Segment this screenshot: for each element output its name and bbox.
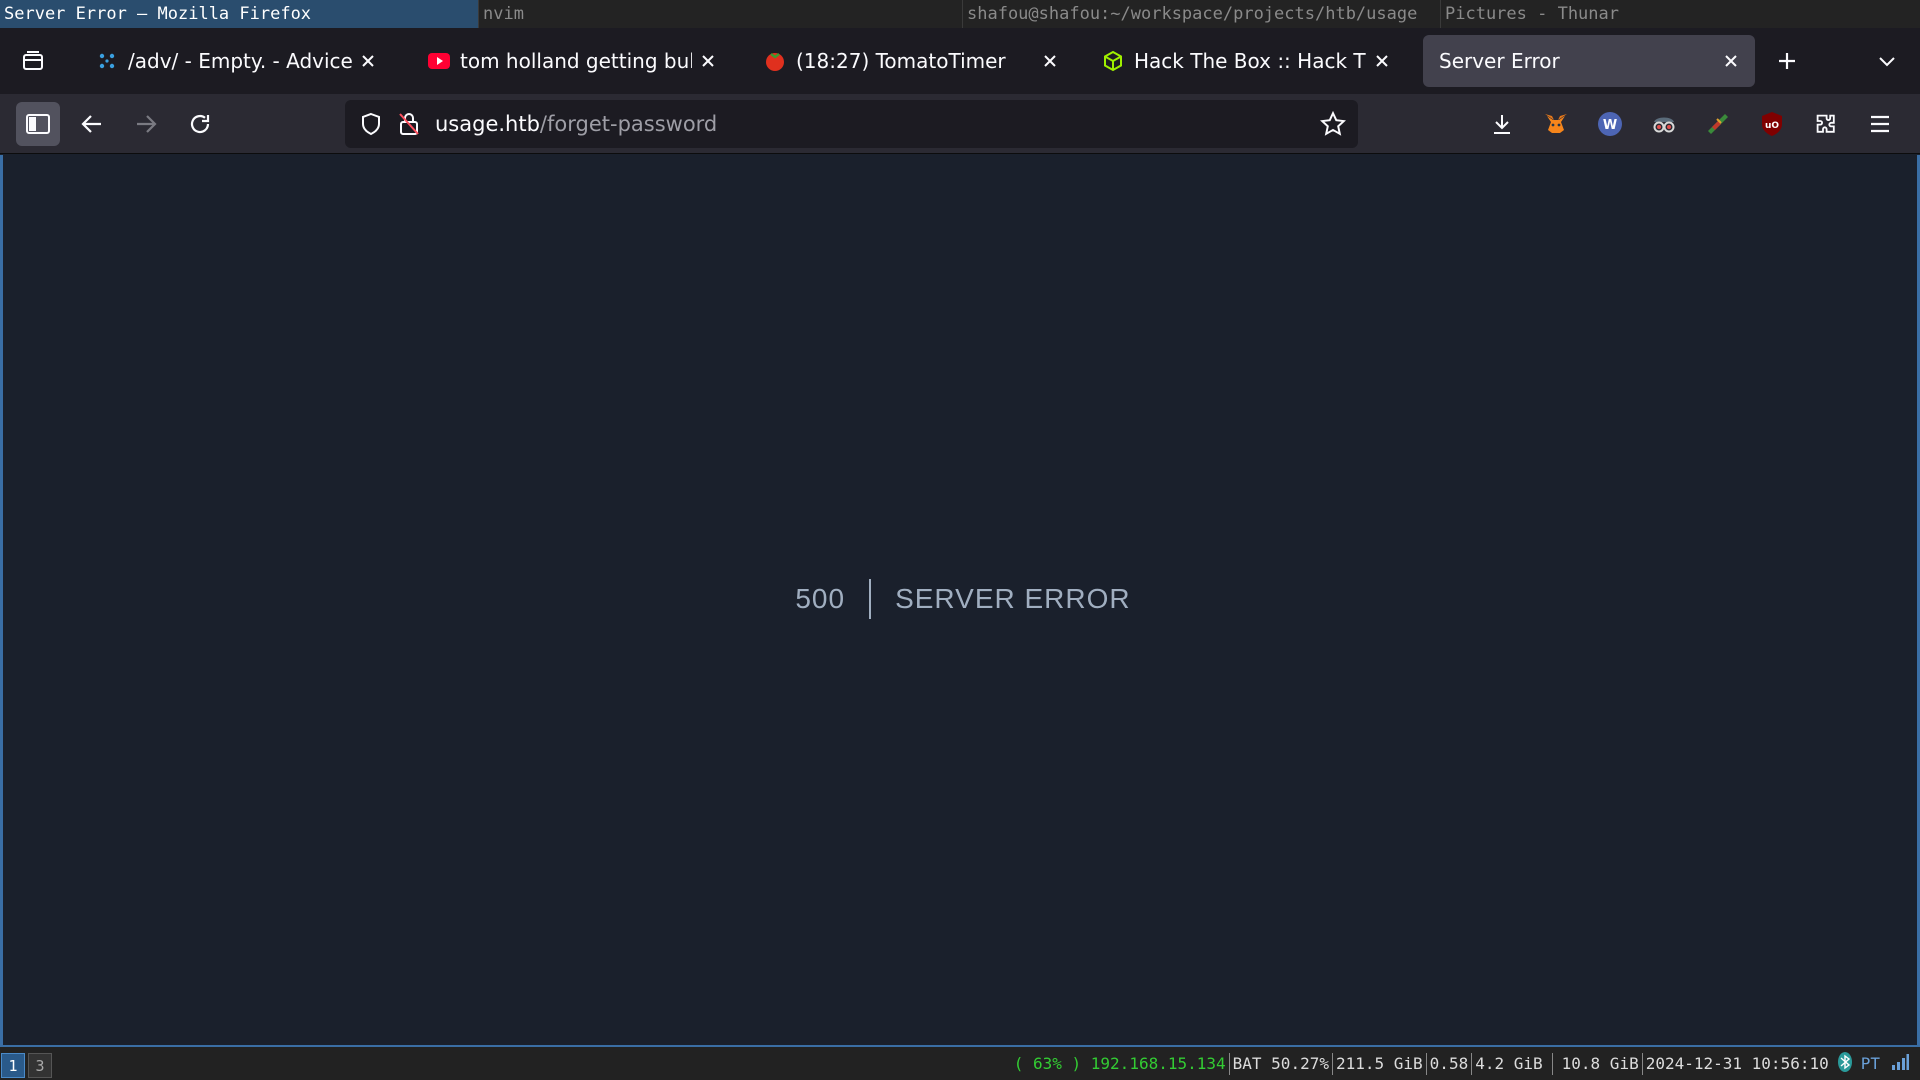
bookmark-star-icon[interactable] <box>1318 109 1348 139</box>
back-arrow-icon <box>81 115 101 133</box>
tab-close-icon[interactable] <box>356 49 380 73</box>
wappalyzer-icon: W <box>1598 112 1622 136</box>
list-all-tabs-button[interactable] <box>1868 42 1906 80</box>
wm-title-bar: Server Error — Mozilla Firefox nvim shaf… <box>0 0 1920 28</box>
plus-icon <box>1779 53 1795 69</box>
forward-arrow-icon <box>137 115 157 133</box>
firefox-view-button[interactable] <box>14 42 52 80</box>
workspace-3-button[interactable]: 3 <box>28 1053 52 1078</box>
url-host: usage.htb <box>435 112 540 136</box>
nav-bar: usage.htb/forget-password W uO <box>0 94 1920 154</box>
divider <box>1551 1052 1553 1075</box>
wm-window-nvim[interactable]: nvim <box>479 0 963 28</box>
tab-label: Server Error <box>1439 49 1560 73</box>
reload-icon <box>190 114 210 134</box>
advice-favicon <box>96 50 118 72</box>
status-bar: 1 3 ( 63% ) 192.168.15.134 BAT 50.27% 21… <box>0 1045 1920 1080</box>
tab-label: tom holland getting bulli <box>460 49 692 73</box>
youtube-favicon <box>428 50 450 72</box>
svg-text:W: W <box>1603 118 1617 133</box>
tab-youtube[interactable]: tom holland getting bulli <box>412 35 732 87</box>
sidebar-toggle-button[interactable] <box>16 102 60 146</box>
tab-close-icon[interactable] <box>1038 49 1062 73</box>
tab-close-icon[interactable] <box>696 49 720 73</box>
app-menu-button[interactable] <box>1860 104 1900 144</box>
signal-strength-icon <box>1883 1053 1912 1074</box>
ublock-icon: uO <box>1762 112 1782 136</box>
wifi-status: ( 63% ) 192.168.15.134 <box>1013 1054 1226 1073</box>
memory-total-status: 10.8 GiB <box>1561 1054 1639 1073</box>
wm-window-terminal[interactable]: shafou@shafou:~/workspace/projects/htb/u… <box>963 0 1441 28</box>
disk-status: 211.5 GiB <box>1335 1054 1423 1073</box>
wm-window-thunar[interactable]: Pictures - Thunar <box>1441 0 1920 28</box>
workspace-1-button[interactable]: 1 <box>1 1053 25 1078</box>
tab-hackthebox[interactable]: Hack The Box :: Hack Th <box>1086 35 1406 87</box>
page-content: 500 Server Error <box>0 155 1920 1080</box>
error-message: Server Error <box>895 583 1131 614</box>
load-status: 0.58 <box>1429 1054 1469 1073</box>
chevron-down-icon <box>1879 57 1895 67</box>
firefox-view-icon <box>23 51 43 70</box>
forward-button[interactable] <box>124 102 168 146</box>
keyboard-layout-status[interactable]: PT <box>1858 1054 1883 1073</box>
ublock-extension-button[interactable]: uO <box>1752 104 1792 144</box>
wm-window-firefox[interactable]: Server Error — Mozilla Firefox <box>0 0 479 28</box>
metamask-icon <box>1545 114 1567 133</box>
reload-button[interactable] <box>178 102 222 146</box>
download-icon <box>1494 115 1510 134</box>
tab-close-icon[interactable] <box>1719 49 1743 73</box>
status-indicators: ( 63% ) 192.168.15.134 BAT 50.27% 211.5 … <box>1011 1047 1912 1080</box>
sidebar-icon <box>26 114 50 134</box>
error-message-container: 500 Server Error <box>3 579 1920 619</box>
new-tab-button[interactable] <box>1768 42 1806 80</box>
tomato-favicon <box>764 50 786 72</box>
memory-status: 4.2 GiB <box>1475 1054 1543 1073</box>
bluetooth-icon[interactable] <box>1832 1051 1858 1076</box>
tracking-protection-icon[interactable] <box>357 110 385 138</box>
downloads-button[interactable] <box>1482 104 1522 144</box>
url-bar[interactable]: usage.htb/forget-password <box>345 100 1358 148</box>
insecure-lock-icon[interactable] <box>395 110 423 138</box>
svg-text:uO: uO <box>1765 121 1779 131</box>
extensions-button[interactable] <box>1806 104 1846 144</box>
metamask-extension-button[interactable] <box>1536 104 1576 144</box>
error-code: 500 <box>795 579 872 619</box>
url-text[interactable]: usage.htb/forget-password <box>435 112 717 136</box>
extension-button[interactable] <box>1698 104 1738 144</box>
battery-status: BAT 50.27% <box>1232 1054 1329 1073</box>
tab-server-error[interactable]: Server Error <box>1423 35 1755 87</box>
tab-advice[interactable]: /adv/ - Empty. - Advice - <box>80 35 392 87</box>
tab-tomatotimer[interactable]: (18:27) TomatoTimer <box>748 35 1074 87</box>
url-path: /forget-password <box>539 112 718 136</box>
tab-bar: /adv/ - Empty. - Advice - tom holland ge… <box>0 28 1920 94</box>
tab-close-icon[interactable] <box>1370 49 1394 73</box>
htb-favicon <box>1102 50 1124 72</box>
spy-extension-icon <box>1653 117 1675 133</box>
extension-icon <box>1708 114 1728 134</box>
menu-icon <box>1871 115 1889 133</box>
datetime-status: 2024-12-31 10:56:10 <box>1645 1054 1829 1073</box>
extensions-icon <box>1816 114 1835 133</box>
back-button[interactable] <box>70 102 114 146</box>
wappalyzer-extension-button[interactable]: W <box>1590 104 1630 144</box>
tab-label: Hack The Box :: Hack Th <box>1134 49 1366 73</box>
tab-label: /adv/ - Empty. - Advice - <box>128 49 352 73</box>
spy-extension-button[interactable] <box>1644 104 1684 144</box>
tab-label: (18:27) TomatoTimer <box>796 49 1006 73</box>
